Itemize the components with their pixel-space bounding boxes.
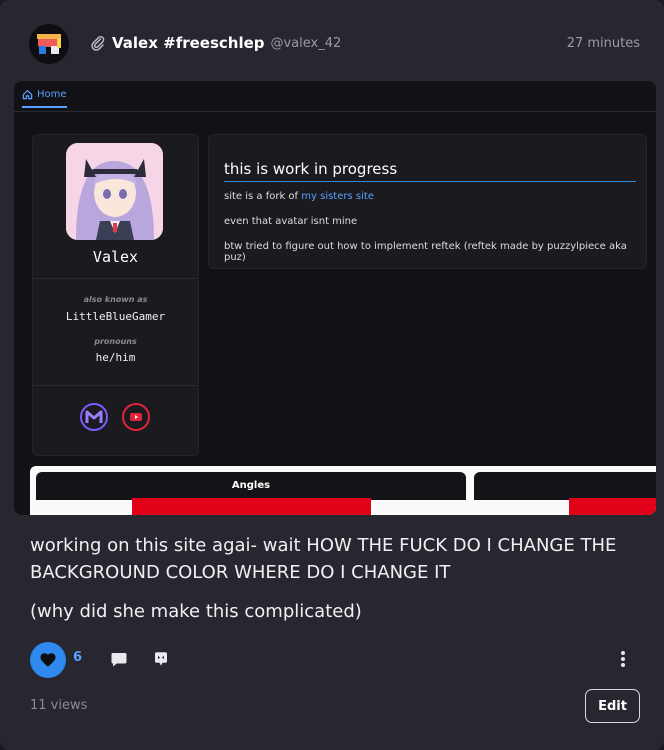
embed-aka-value: LittleBlueGamer (65, 310, 166, 323)
repost-button[interactable] (150, 648, 172, 670)
embed-line-avatar: even that avatar isnt mine (224, 216, 358, 227)
embed-profile-picture (66, 143, 163, 240)
embed-home-label: Home (37, 89, 67, 100)
embed-line-fork-text: site is a fork of (224, 191, 302, 202)
post-body-text: working on this site agai- wait HOW THE … (30, 535, 617, 583)
comment-icon (111, 653, 127, 667)
embed-angles-panel-2 (474, 472, 656, 500)
embed-line-fork: site is a fork of my sisters site (224, 191, 374, 202)
embed-navbar: Home (14, 81, 656, 112)
embed-color-band (569, 498, 656, 515)
embed-divider (33, 278, 198, 279)
like-button[interactable] (30, 642, 66, 678)
embed-sisters-site-link: my sisters site (301, 191, 374, 202)
author-line: Valex #freeschlep @valex_42 (90, 34, 341, 52)
attachment-icon (91, 35, 105, 51)
home-icon (22, 89, 33, 100)
repost-icon (155, 652, 167, 666)
post-image[interactable]: Home Valex also known as LittleBlueGamer… (14, 81, 656, 515)
embed-main-title: this is work in progress (224, 160, 636, 182)
like-count[interactable]: 6 (73, 650, 82, 665)
more-options-button[interactable] (612, 648, 634, 670)
view-count: 11 views (30, 698, 88, 713)
post-card: Valex #freeschlep @valex_42 27 minutes H… (0, 0, 664, 750)
embed-home-tab: Home (22, 89, 67, 108)
edit-button[interactable]: Edit (585, 689, 640, 723)
author-avatar[interactable] (29, 24, 69, 64)
embed-angles-panel: Angles (36, 472, 466, 500)
embed-pronouns-value: he/him (95, 351, 136, 364)
post-body-text-2: (why did she make this complicated) (30, 601, 362, 622)
mastodon-icon (80, 403, 108, 431)
youtube-icon (122, 403, 150, 431)
author-handle[interactable]: @valex_42 (271, 36, 342, 51)
embed-profile-name: Valex (92, 248, 139, 266)
post-timestamp[interactable]: 27 minutes (567, 36, 640, 51)
embed-profile-sidebar: Valex also known as LittleBlueGamer pron… (32, 134, 199, 456)
embed-color-band (132, 498, 371, 515)
embed-main-panel: this is work in progress site is a fork … (208, 134, 647, 269)
author-name[interactable]: Valex #freeschlep (112, 34, 265, 52)
heart-icon (40, 653, 56, 667)
embed-divider (33, 385, 198, 386)
embed-aka-label: also known as (83, 295, 148, 304)
embed-pronouns-label: pronouns (94, 337, 137, 346)
more-vertical-icon (621, 651, 625, 667)
embed-angles-title: Angles (231, 480, 271, 491)
embed-line-reftek: btw tried to figure out how to implement… (224, 241, 627, 263)
comment-button[interactable] (108, 648, 130, 670)
